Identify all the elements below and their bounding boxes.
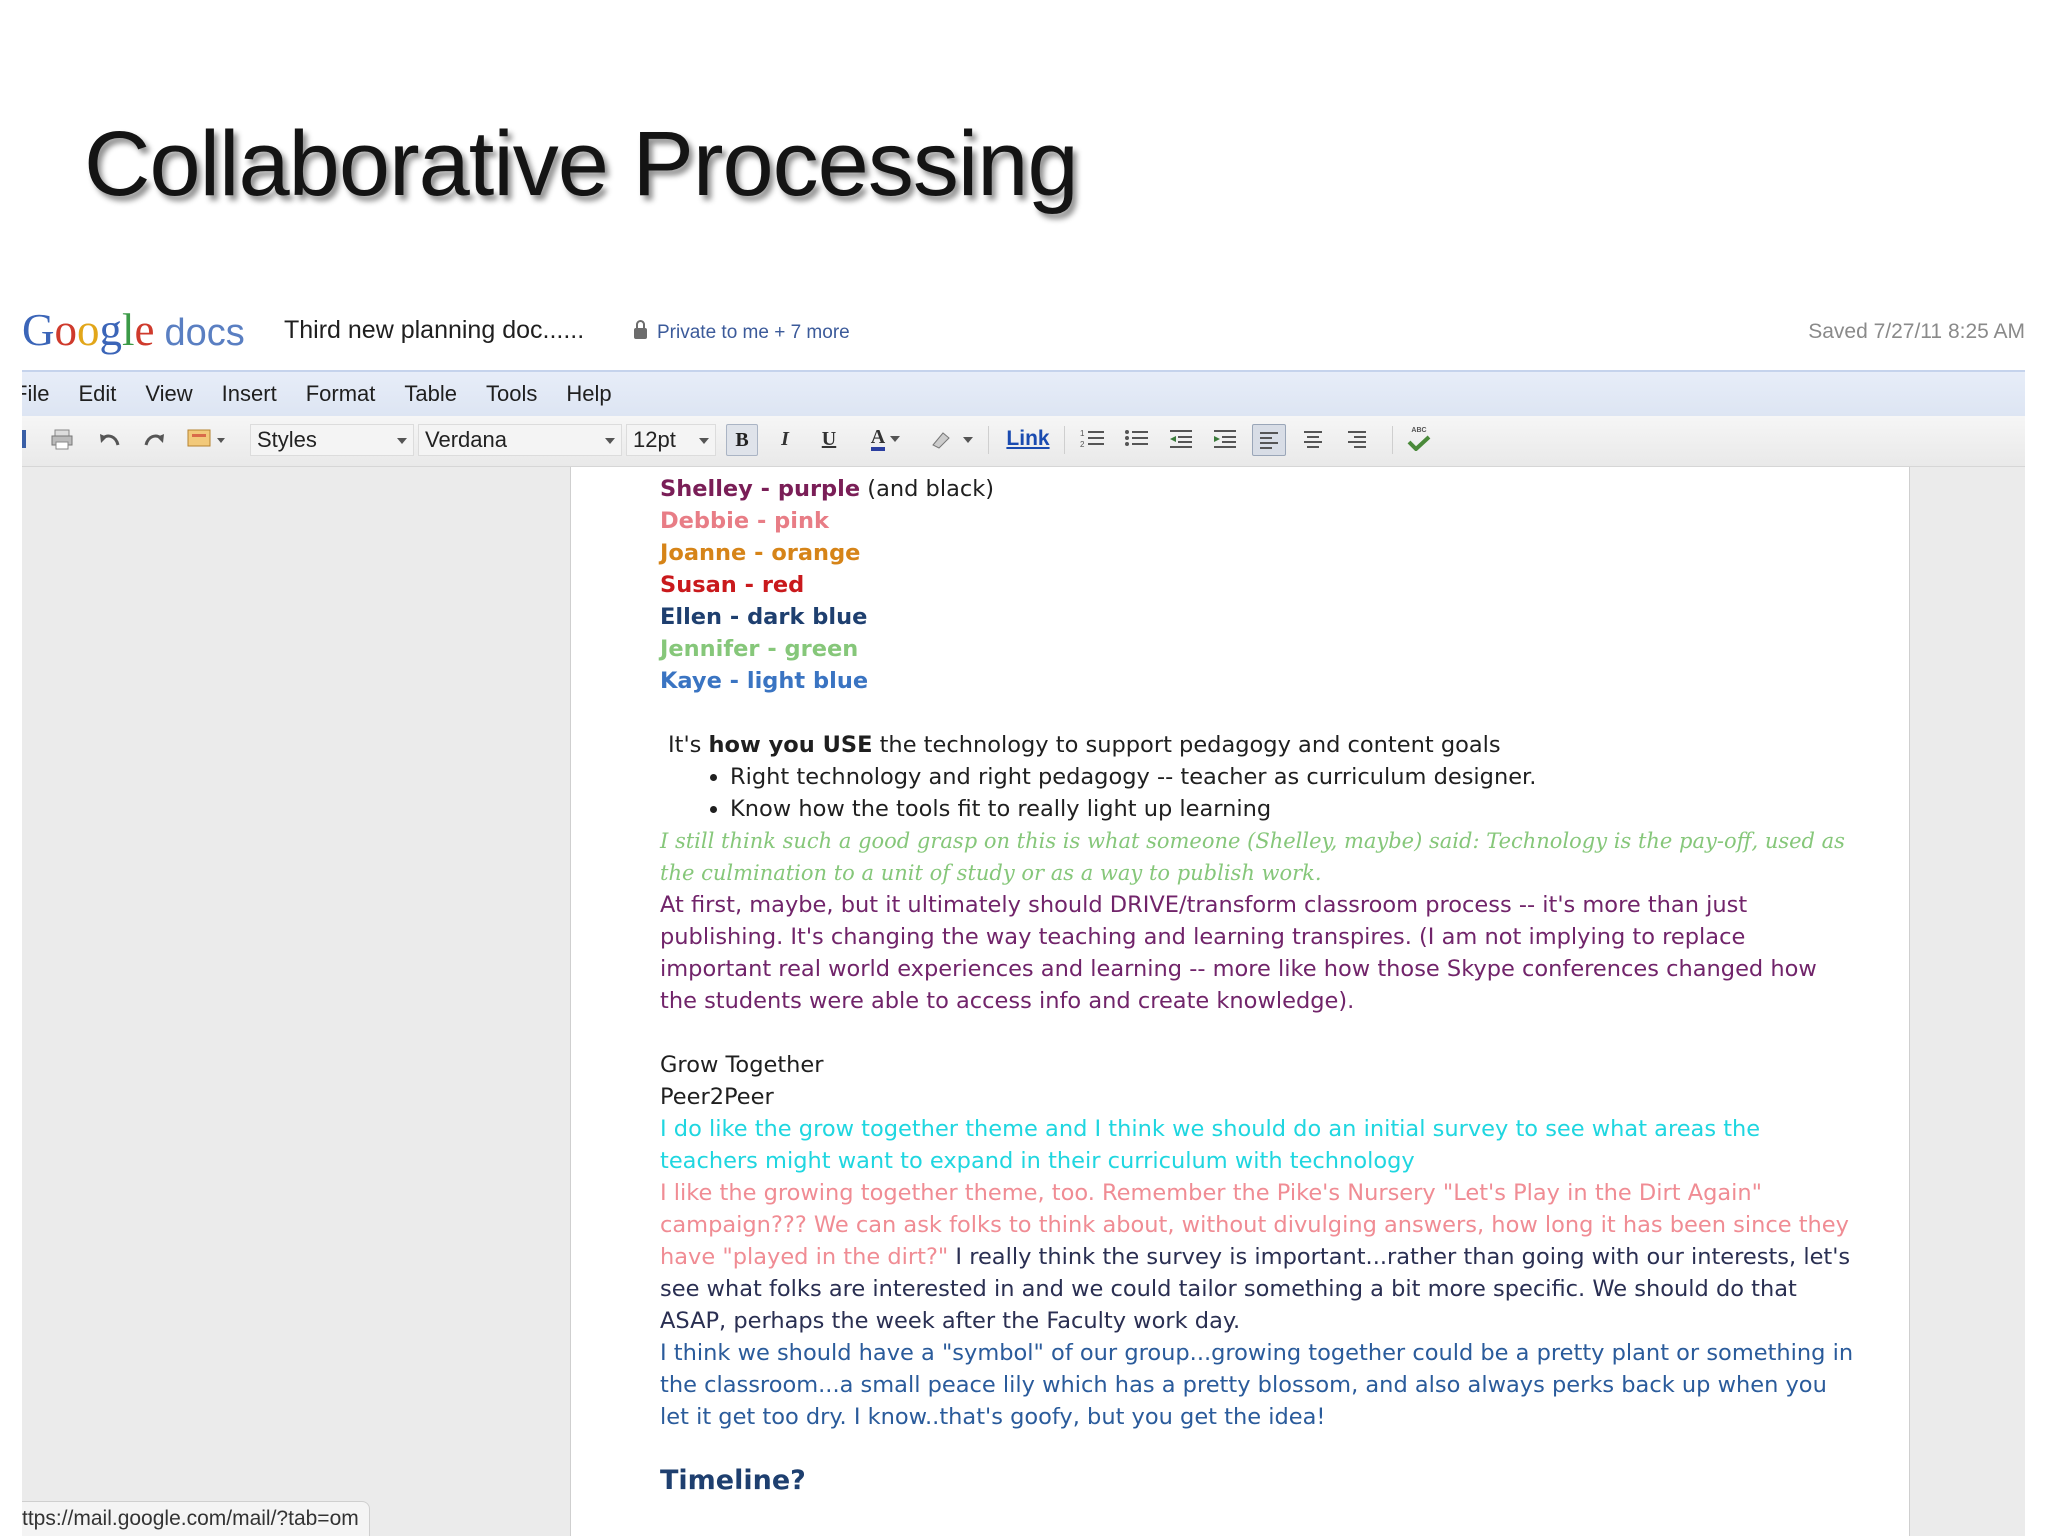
chevron-down-icon [605, 438, 615, 444]
intro-pre: It's [668, 732, 709, 758]
align-center-button[interactable] [1298, 424, 1328, 454]
link-button[interactable]: Link [1002, 424, 1054, 454]
text-color-button[interactable]: A [862, 424, 912, 454]
undo-icon[interactable] [96, 424, 124, 454]
menu-table[interactable]: Table [404, 381, 457, 407]
pink-dark-paragraph: I like the growing together theme, too. … [660, 1177, 1860, 1337]
sharing-label: Private to me + 7 more [657, 322, 850, 343]
legend-line: Susan - red [660, 572, 805, 598]
align-left-icon [1260, 431, 1278, 449]
heading-peer2peer: Peer2Peer [660, 1084, 774, 1110]
list-item: Right technology and right pedagogy -- t… [730, 761, 1860, 793]
menu-edit[interactable]: Edit [78, 381, 116, 407]
checkmark-icon [1407, 435, 1431, 451]
save-icon[interactable] [22, 424, 30, 454]
heading-grow-together: Grow Together [660, 1052, 824, 1078]
menu-tools[interactable]: Tools [486, 381, 537, 407]
logo-letter: o [54, 305, 78, 355]
align-right-icon [1348, 430, 1366, 448]
menu-insert[interactable]: Insert [222, 381, 277, 407]
legend-line: Joanne - orange [660, 540, 861, 566]
document-title[interactable]: Third new planning doc...... [284, 316, 584, 345]
blue-paragraph: I think we should have a "symbol" of our… [660, 1340, 1854, 1430]
legend-line: Jennifer - green [660, 636, 859, 662]
saved-status: Saved 7/27/11 8:25 AM [1808, 320, 2025, 343]
logo-letter: e [134, 305, 155, 355]
print-icon[interactable] [48, 424, 76, 454]
highlighter-icon [932, 432, 973, 449]
slide-title: Collaborative Processing [84, 113, 1079, 215]
lock-icon [634, 320, 647, 339]
decrease-indent-icon[interactable] [1166, 424, 1196, 454]
menu-file[interactable]: File [22, 381, 49, 407]
legend-line: Kaye - light blue [660, 668, 869, 694]
list-item: Know how the tools fit to really light u… [730, 793, 1860, 825]
chevron-down-icon [699, 438, 709, 444]
align-center-icon [1304, 430, 1322, 448]
intro-post: the technology to support pedagogy and c… [872, 732, 1501, 758]
document-page[interactable]: Shelley - purple (and black) Debbie - pi… [570, 467, 1910, 1536]
menu-view[interactable]: View [145, 381, 192, 407]
google-docs-logo[interactable]: Google docs [22, 304, 245, 356]
redo-icon[interactable] [140, 424, 168, 454]
increase-indent-icon[interactable] [1210, 424, 1240, 454]
legend-line: Ellen - dark blue [660, 604, 868, 630]
logo-letter: g [99, 305, 123, 355]
menu-format[interactable]: Format [306, 381, 376, 407]
google-docs-window: Google docs Third new planning doc...... … [22, 294, 2025, 1536]
intro-bold: how you USE [708, 732, 873, 758]
bold-button[interactable]: B [726, 424, 758, 456]
paint-format-icon[interactable] [184, 424, 228, 454]
align-left-button[interactable] [1252, 424, 1286, 456]
legend-line: Shelley - purple (and black) [660, 473, 1860, 505]
svg-text:1: 1 [1080, 429, 1085, 438]
highlight-color-button[interactable] [926, 424, 978, 454]
formatting-toolbar: Styles Verdana 12pt B I U A Link 12 ABC [22, 416, 2025, 467]
green-comment: I still think such a good grasp on this … [660, 829, 1845, 885]
styles-dropdown[interactable]: Styles [250, 424, 414, 456]
font-size-value: 12pt [633, 427, 676, 452]
italic-button[interactable]: I [772, 424, 798, 454]
menu-help[interactable]: Help [566, 381, 611, 407]
font-dropdown[interactable]: Verdana [418, 424, 622, 456]
styles-value: Styles [257, 427, 317, 452]
purple-paragraph: At first, maybe, but it ultimately shoul… [660, 892, 1817, 1014]
sharing-status[interactable]: Private to me + 7 more [634, 320, 850, 344]
align-right-button[interactable] [1342, 424, 1372, 454]
cyan-paragraph: I do like the grow together theme and I … [660, 1116, 1761, 1174]
spellcheck-button[interactable]: ABC [1402, 424, 1436, 454]
text-color-label: A [870, 427, 886, 451]
bullet-list: Right technology and right pedagogy -- t… [660, 761, 1860, 825]
logo-letter: o [77, 305, 100, 355]
legend-suffix: (and black) [860, 476, 995, 502]
svg-text:2: 2 [1080, 440, 1085, 449]
underline-button[interactable]: U [816, 424, 842, 454]
heading-timeline: Timeline? [660, 1465, 806, 1496]
chevron-down-icon [397, 438, 407, 444]
logo-letter: G [22, 305, 55, 355]
document-content[interactable]: Shelley - purple (and black) Debbie - pi… [660, 473, 1860, 1497]
numbered-list-icon[interactable]: 12 [1078, 424, 1108, 454]
logo-docs-word: docs [164, 312, 245, 354]
intro-line: It's how you USE the technology to suppo… [660, 729, 1860, 761]
chevron-down-icon [890, 436, 901, 442]
legend-name: Shelley - purple [660, 476, 861, 502]
bulleted-list-icon[interactable] [1122, 424, 1152, 454]
font-size-dropdown[interactable]: 12pt [626, 424, 716, 456]
spellcheck-label: ABC [1411, 427, 1427, 434]
docs-header: Google docs Third new planning doc...... … [22, 294, 2025, 370]
status-url-bar: ttps://mail.google.com/mail/?tab=om [22, 1501, 370, 1536]
legend-line: Debbie - pink [660, 508, 829, 534]
font-value: Verdana [425, 427, 507, 452]
logo-letter: l [122, 305, 135, 355]
menu-bar: File Edit View Insert Format Table Tools… [22, 370, 2025, 416]
document-area: Shelley - purple (and black) Debbie - pi… [22, 467, 2025, 1536]
